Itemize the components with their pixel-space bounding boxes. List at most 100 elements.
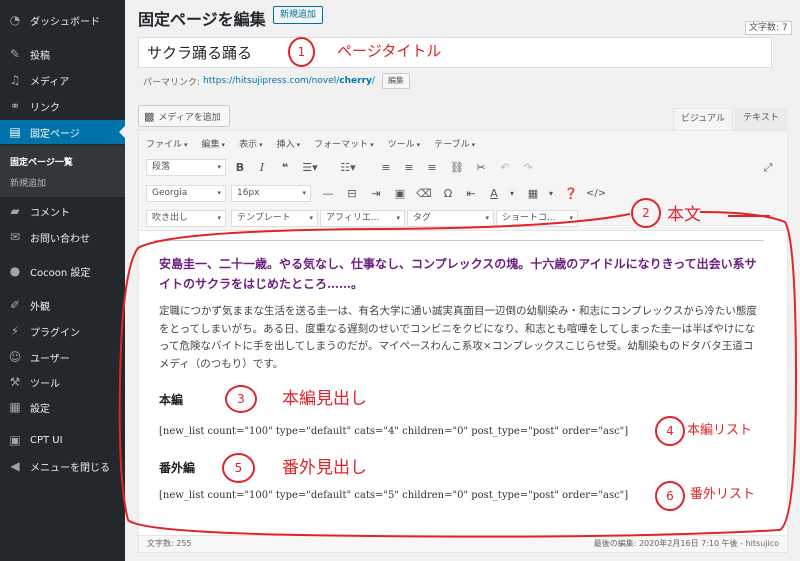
menu-table[interactable]: テーブル ▾ [434,137,475,150]
horizontal-line-icon[interactable]: — [319,185,337,202]
sidebar-item-links[interactable]: ⚭ リンク [0,94,125,118]
post-title-input[interactable] [138,37,772,68]
align-center-icon[interactable]: ≡ [400,159,418,176]
sidebar-item-label: お問い合わせ [30,233,90,245]
sidebar-item-label: 設定 [30,403,50,415]
plugin-icon: ⚡ [10,324,20,338]
indent-icon[interactable]: ⇥ [367,185,385,202]
sidebar-item-appearance[interactable]: ✐ 外観 [0,293,125,317]
menu-edit[interactable]: 編集 ▾ [202,137,226,150]
sidebar-item-cpt-ui[interactable]: ▣ CPT UI [0,428,125,452]
menu-insert-label: 挿入 [276,139,295,150]
outdent-icon[interactable]: ⇤ [462,185,480,202]
menu-file[interactable]: ファイル ▾ [146,137,188,150]
last-edit: 最後の編集: 2020年2月16日 7:10 午後 - hitsujico [593,539,779,548]
clear-format-icon[interactable]: ⌫ [415,185,433,202]
heading-extra-story: 番外編 [159,461,196,475]
sidebar-item-comments[interactable]: ▰ コメント [0,199,125,223]
code-icon[interactable]: </> [586,185,606,202]
add-media-button[interactable]: ▩ メディアを追加 [138,105,230,127]
sidebar-item-label: CPT UI [30,434,63,446]
title-char-count: 文字数: 7 [745,21,792,35]
menu-insert[interactable]: 挿入 ▾ [277,137,301,150]
format-select-value: 段落 [152,162,171,172]
strikethrough-icon[interactable]: ⊟ [343,185,361,202]
menu-edit-label: 編集 [201,139,220,150]
help-icon[interactable]: ❓ [562,185,580,202]
link-icon[interactable]: ⛓ [448,159,466,176]
tab-visual[interactable]: ビジュアル [673,108,733,130]
media-add-icon: ▩ [144,109,155,123]
menu-tools[interactable]: ツール ▾ [388,137,421,150]
sidebar-item-dashboard[interactable]: ◔ ダッシュボード [0,8,125,32]
paste-text-icon[interactable]: ▣ [391,185,409,202]
chevron-down-icon: ▾ [396,214,400,222]
submenu-item-add-new[interactable]: 新規追加 [0,176,125,189]
font-family-select[interactable]: Georgia ▾ [146,185,226,202]
blockquote-icon[interactable]: ❝ [276,159,294,176]
sidebar-item-contact[interactable]: ✉ お問い合わせ [0,225,125,249]
annotation-number-5: 5 [222,453,255,483]
sidebar-item-label: リンク [30,102,60,114]
chevron-down-icon: ▾ [471,140,476,149]
tag-select[interactable]: タグ ▾ [407,210,494,227]
italic-icon[interactable]: I [253,159,271,176]
sidebar-item-label: ダッシュボード [30,16,100,28]
table-icon[interactable]: ▦ [524,185,542,202]
affiliate-select[interactable]: アフィリエ... ▾ [320,210,405,227]
bullet-list-icon[interactable]: ☰▾ [301,159,319,176]
unlink-icon[interactable]: ✂ [472,159,490,176]
sidebar-item-pages[interactable]: ▤ 固定ページ [0,120,126,144]
font-size-select[interactable]: 16px ▾ [231,185,311,202]
submenu-item-all-pages[interactable]: 固定ページ一覧 [0,155,125,168]
shortcode-select[interactable]: ショートコ... ▾ [496,210,578,227]
undo-icon[interactable]: ↶ [496,159,514,176]
sidebar-item-settings[interactable]: ▦ 設定 [0,395,125,419]
permalink-row: パーマリンク: https://hitsujipress.com/novel/c… [143,73,410,89]
chevron-down-icon: ▾ [370,140,374,149]
add-new-button[interactable]: 新規追加 [273,6,324,24]
sidebar-item-collapse[interactable]: ◀ メニューを閉じる [0,454,125,478]
sidebar-item-label: プラグイン [30,327,80,339]
format-select[interactable]: 段落 ▾ [146,159,226,176]
sidebar-item-media[interactable]: ♫ メディア [0,68,125,92]
redo-icon[interactable]: ↷ [519,159,537,176]
fullscreen-icon[interactable]: ⤢ [759,159,777,176]
text-color-icon[interactable]: A [485,185,503,202]
sidebar-item-cocoon[interactable]: ● Cocoon 設定 [0,259,125,283]
sidebar-item-users[interactable]: ☺ ユーザー [0,345,125,369]
align-right-icon[interactable]: ≡ [423,159,441,176]
tab-text[interactable]: テキスト [735,108,787,130]
wrench-icon: ⚒ [9,375,21,389]
link-icon: ⚭ [9,99,21,113]
permalink-base: https://hitsujipress.com/novel/ [203,76,340,86]
numbered-list-icon[interactable]: ☷▾ [339,159,357,176]
cocoon-icon: ● [9,264,21,278]
sidebar-item-plugins[interactable]: ⚡ プラグイン [0,319,125,343]
chevron-down-icon: ▾ [217,189,221,197]
menu-format[interactable]: フォーマット ▾ [314,137,374,150]
chevron-down-icon[interactable]: ▾ [503,185,521,202]
sidebar-item-tools[interactable]: ⚒ ツール [0,370,125,394]
permalink-edit-button[interactable]: 編集 [381,73,410,89]
permalink-link[interactable]: https://hitsujipress.com/novel/cherry/ [203,76,375,86]
font-select-value: Georgia [152,188,188,198]
annotation-number-6: 6 [655,481,685,511]
chevron-down-icon: ▾ [569,214,573,222]
speech-balloon-select[interactable]: 吹き出し ▾ [146,210,226,227]
sidebar-item-label: コメント [30,207,70,219]
size-select-value: 16px [237,188,260,198]
sidebar-item-posts[interactable]: ✎ 投稿 [0,42,125,66]
bold-icon[interactable]: B [231,159,249,176]
chevron-down-icon: ▾ [259,140,263,149]
template-select[interactable]: テンプレート ▾ [231,210,318,227]
editor-statusbar: 文字数: 255 最後の編集: 2020年2月16日 7:10 午後 - hit… [139,535,787,552]
chevron-down-icon[interactable]: ▾ [542,185,560,202]
chevron-down-icon: ▾ [221,140,226,149]
chevron-down-icon: ▾ [309,214,313,222]
special-char-icon[interactable]: Ω [439,185,457,202]
align-left-icon[interactable]: ≡ [377,159,395,176]
heading-main-story: 本編 [159,393,184,407]
menu-view[interactable]: 表示 ▾ [239,137,263,150]
settings-icon: ▦ [9,400,21,414]
